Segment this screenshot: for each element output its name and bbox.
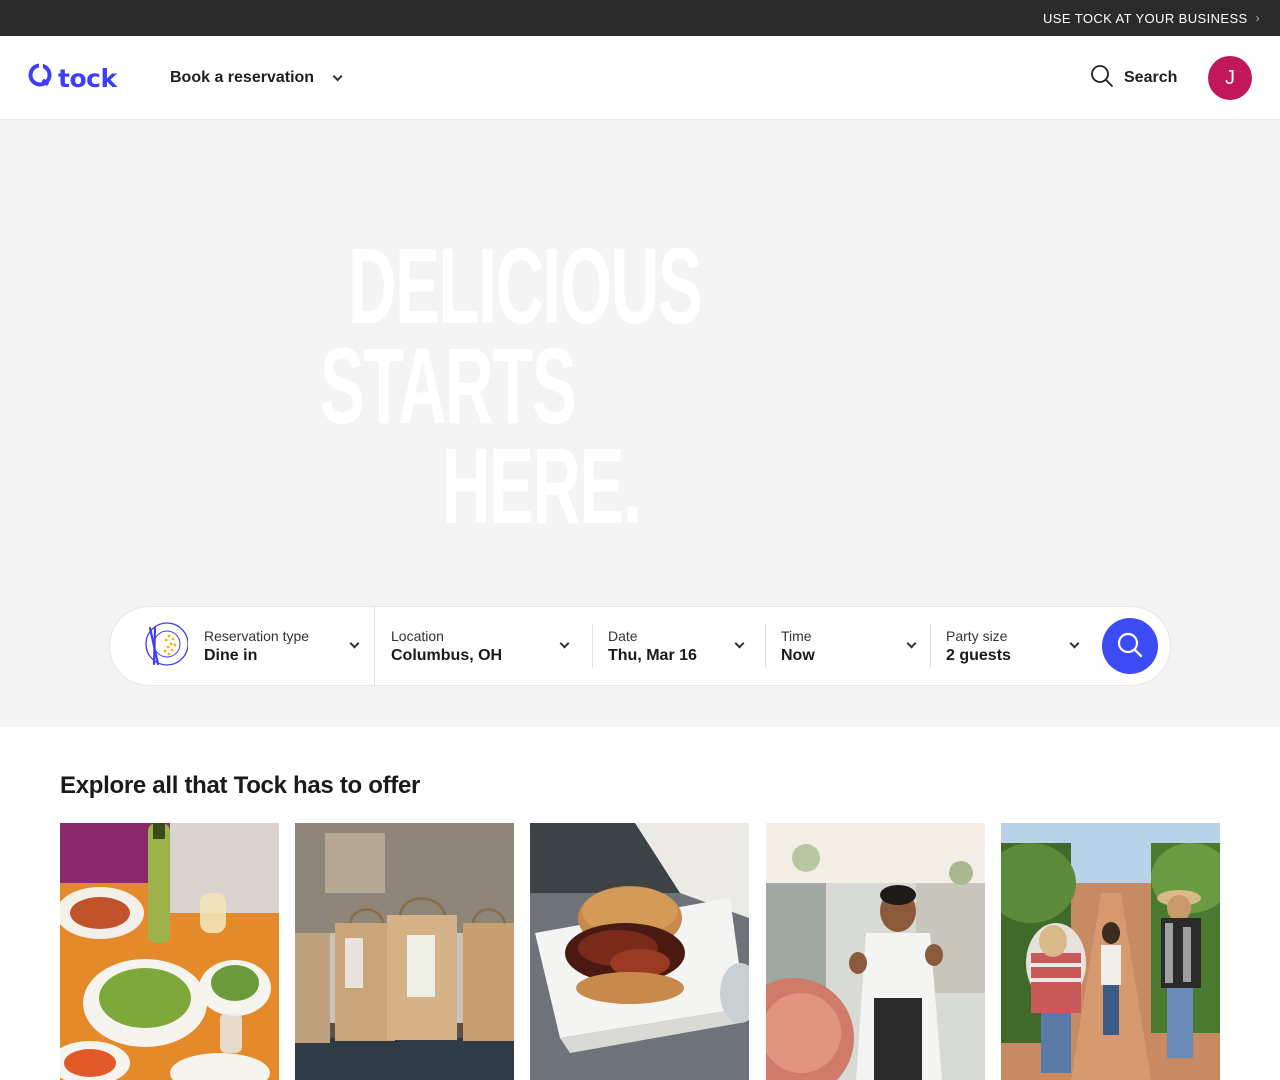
- dine-in-photo: [60, 823, 279, 1080]
- explore-section-title: Explore all that Tock has to offer: [60, 772, 421, 799]
- location-value: Columbus, OH: [391, 646, 503, 664]
- header-search-label: Search: [1124, 69, 1178, 86]
- tock-logo[interactable]: tock: [28, 61, 117, 95]
- reservation-type-value: Dine in: [204, 646, 258, 664]
- party-size-label: Party size: [946, 627, 1008, 644]
- user-avatar[interactable]: J: [1208, 56, 1252, 100]
- chevron-down-icon: [906, 638, 917, 649]
- promo-bar: USE TOCK AT YOUR BUSINESS ›: [0, 0, 1280, 36]
- hero-headline-line-2: STARTS: [320, 325, 577, 446]
- tock-logo-icon: [28, 61, 54, 95]
- chevron-down-icon: [1069, 638, 1080, 649]
- date-label: Date: [608, 627, 638, 644]
- book-reservation-menu[interactable]: Book a reservation: [170, 64, 343, 92]
- takeout-bags-photo: [295, 823, 514, 1080]
- chef-experience-photo: [766, 823, 985, 1080]
- submit-search-button[interactable]: [1102, 618, 1158, 674]
- search-icon: [1116, 631, 1144, 662]
- date-value: Thu, Mar 16: [608, 646, 697, 664]
- reservation-type-dropdown[interactable]: Reservation type Dine in: [110, 606, 374, 686]
- winery-vineyard-photo: [1001, 823, 1220, 1080]
- time-label: Time: [781, 627, 812, 644]
- location-label: Location: [391, 627, 444, 644]
- time-value: Now: [781, 646, 815, 664]
- site-header: tock Book a reservation Search J: [0, 36, 1280, 120]
- explore-card-burger[interactable]: [530, 823, 749, 1080]
- date-picker[interactable]: Date Thu, Mar 16: [593, 606, 765, 686]
- logo-wordmark: tock: [58, 64, 117, 93]
- explore-card-chef[interactable]: [766, 823, 985, 1080]
- hero-headline-line-1: DELICIOUS: [348, 225, 703, 346]
- chevron-down-icon: [349, 638, 360, 649]
- time-dropdown[interactable]: Time Now: [766, 606, 930, 686]
- hero-section: DELICIOUS STARTS HERE. Reservation type …: [0, 120, 1280, 727]
- search-icon: [1090, 64, 1114, 93]
- chevron-down-icon: [332, 70, 343, 81]
- use-tock-business-link[interactable]: USE TOCK AT YOUR BUSINESS ›: [1043, 0, 1260, 36]
- explore-card-takeout[interactable]: [295, 823, 514, 1080]
- explore-card-winery[interactable]: [1001, 823, 1220, 1080]
- reservation-type-label: Reservation type: [204, 627, 310, 644]
- promo-link-label: USE TOCK AT YOUR BUSINESS: [1043, 10, 1248, 26]
- chevron-down-icon: [734, 638, 745, 649]
- reservation-search-bar: Reservation type Dine in Location Columb…: [109, 606, 1171, 686]
- location-dropdown[interactable]: Location Columbus, OH: [375, 606, 592, 686]
- dine-in-icon: [142, 620, 189, 673]
- burger-to-go-photo: [530, 823, 749, 1080]
- chevron-down-icon: [559, 638, 570, 649]
- hero-headline-line-3: HERE.: [442, 425, 642, 546]
- header-search-button[interactable]: Search: [1090, 64, 1177, 92]
- party-size-value: 2 guests: [946, 646, 1011, 664]
- party-size-dropdown[interactable]: Party size 2 guests: [931, 606, 1086, 686]
- explore-card-dine-in[interactable]: [60, 823, 279, 1080]
- chevron-right-icon: ›: [1255, 11, 1260, 25]
- book-reservation-label: Book a reservation: [170, 69, 315, 86]
- avatar-initial: J: [1225, 66, 1235, 89]
